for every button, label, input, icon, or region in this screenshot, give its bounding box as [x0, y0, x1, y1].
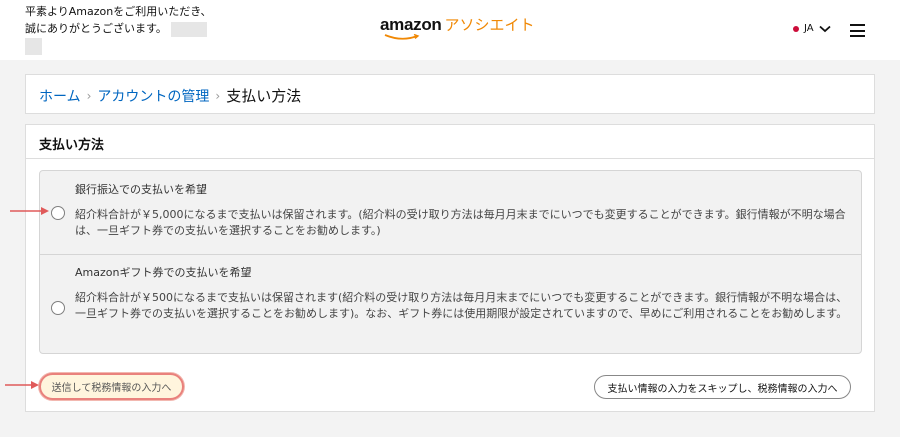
amazon-associates-logo[interactable]: amazon アソシエイト: [380, 14, 535, 40]
language-selector[interactable]: JA: [793, 23, 831, 34]
redacted-name-block: [170, 21, 207, 37]
payment-method-card: 支払い方法 銀行振込での支払いを希望 紹介料合計が￥5,000になるまで支払いは…: [25, 124, 875, 412]
logo-subtitle: アソシエイト: [444, 17, 535, 34]
breadcrumb-account-link[interactable]: アカウントの管理: [97, 86, 209, 106]
payment-option-bank-transfer[interactable]: 銀行振込での支払いを希望 紹介料合計が￥5,000になるまで支払いは保留されます…: [40, 171, 861, 255]
gift-card-radio[interactable]: [51, 301, 65, 315]
payment-option-gift-card[interactable]: Amazonギフト券での支払いを希望 紹介料合計が￥500になるまで支払いは保留…: [40, 255, 861, 353]
breadcrumb-bar: ホーム › アカウントの管理 › 支払い方法: [25, 74, 875, 114]
greeting-line-1: 平素よりAmazonをご利用いただき、: [25, 5, 212, 18]
option-title: Amazonギフト券での支払いを希望: [75, 266, 252, 279]
language-flag-dot-icon: [793, 25, 799, 32]
logo-wordmark: amazon: [380, 15, 442, 34]
breadcrumb: ホーム › アカウントの管理 › 支払い方法: [39, 85, 301, 106]
skip-to-tax-info-button[interactable]: 支払い情報の入力をスキップし、税務情報の入力へ: [594, 375, 851, 399]
breadcrumb-current: 支払い方法: [226, 87, 302, 105]
logo-smile-icon: [384, 34, 420, 40]
annotation-arrow-icon: [10, 207, 49, 215]
payment-options: 銀行振込での支払いを希望 紹介料合計が￥5,000になるまで支払いは保留されます…: [39, 170, 862, 354]
breadcrumb-separator: ›: [86, 88, 92, 103]
language-label: JA: [804, 23, 814, 34]
breadcrumb-separator: ›: [215, 88, 221, 103]
option-description: 紹介料合計が￥500になるまで支払いは保留されます(紹介料の受け取り方法は毎月月…: [75, 291, 848, 320]
option-title: 銀行振込での支払いを希望: [75, 183, 207, 196]
greeting: 平素よりAmazonをご利用いただき、 誠にありがとうございます。: [25, 3, 225, 55]
submit-and-tax-info-button[interactable]: 送信して税務情報の入力へ: [39, 373, 184, 400]
hamburger-menu-icon[interactable]: [850, 24, 865, 37]
option-description: 紹介料合計が￥5,000になるまで支払いは保留されます。(紹介料の受け取り方法は…: [75, 208, 846, 237]
bank-transfer-radio[interactable]: [51, 206, 65, 220]
section-title: 支払い方法: [39, 138, 105, 153]
breadcrumb-home-link[interactable]: ホーム: [39, 86, 81, 106]
redacted-block: [25, 38, 42, 55]
chevron-down-icon: [819, 25, 831, 32]
greeting-line-2: 誠にありがとうございます。: [25, 22, 167, 35]
annotation-arrow-icon: [5, 381, 39, 389]
card-header: 支払い方法: [26, 125, 874, 159]
top-header: 平素よりAmazonをご利用いただき、 誠にありがとうございます。 amazon…: [0, 0, 900, 60]
